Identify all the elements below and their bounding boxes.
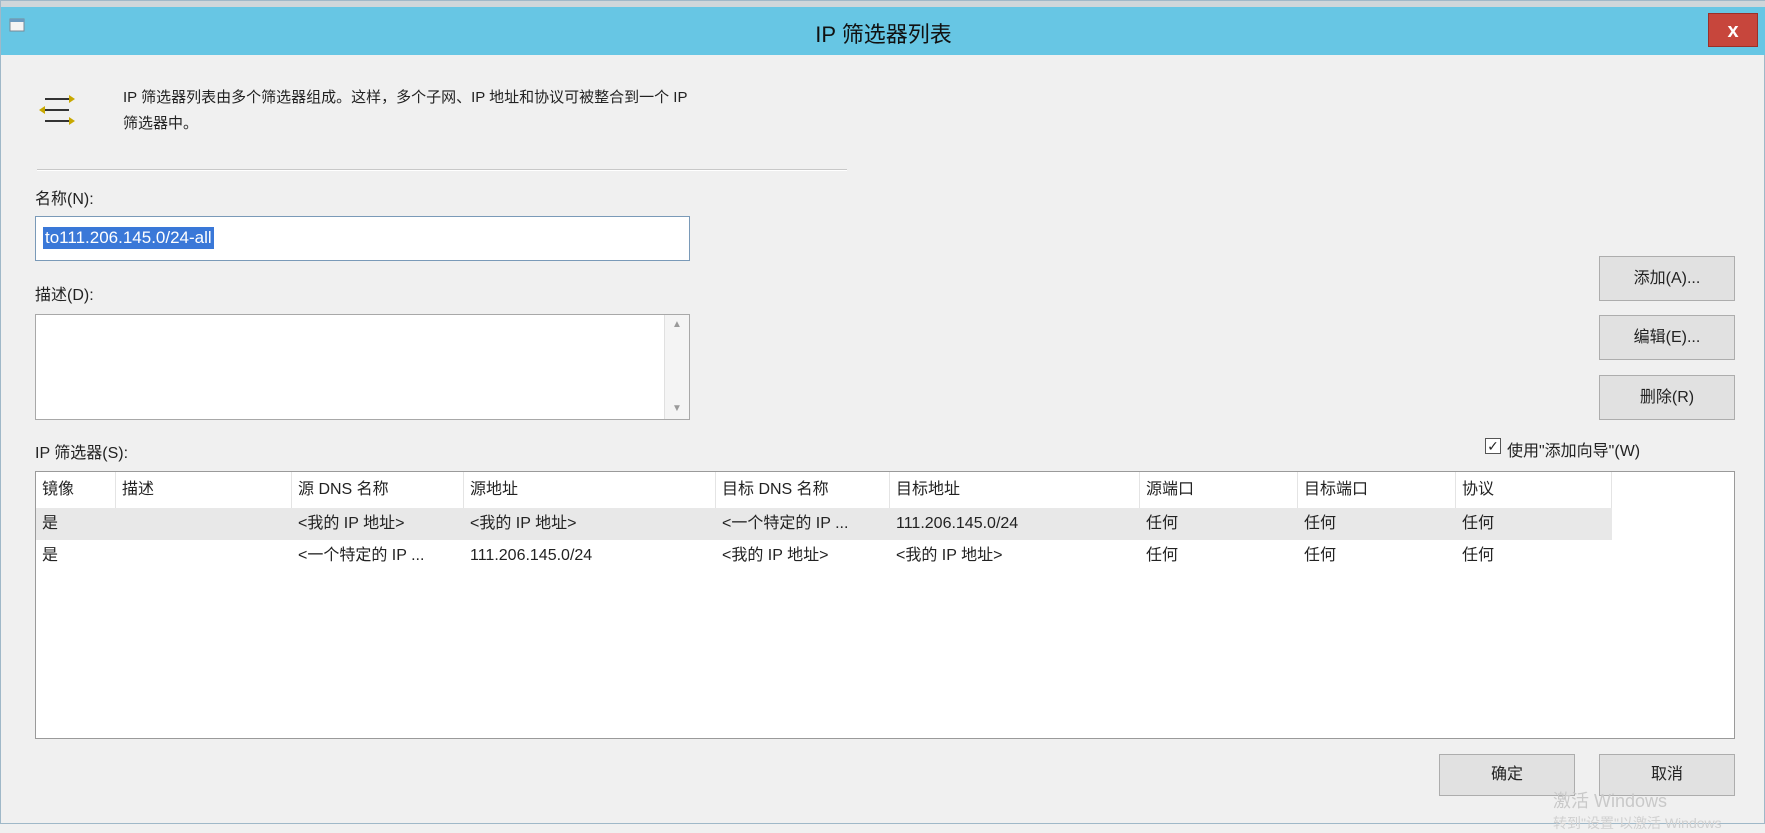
cell-protocol: 任何 [1462, 515, 1495, 532]
column-header-description[interactable]: 描述 [116, 472, 292, 508]
cell-destination-dns: <一个特定的 IP ... [722, 515, 849, 532]
column-header-source-dns[interactable]: 源 DNS 名称 [292, 472, 464, 508]
cell-source-dns: <我的 IP 地址> [298, 515, 405, 532]
use-wizard-checkbox[interactable]: ✓ [1485, 438, 1501, 454]
cell-source-dns: <一个特定的 IP ... [298, 547, 425, 564]
description-textarea[interactable]: ▲ ▼ [35, 314, 690, 420]
filter-list-icon [39, 95, 75, 125]
cell-source-port: 任何 [1146, 515, 1179, 532]
scroll-down-icon[interactable]: ▼ [665, 399, 689, 419]
scroll-up-icon[interactable]: ▲ [665, 315, 689, 335]
name-label: 名称(N): [35, 191, 94, 208]
column-header-destination-dns[interactable]: 目标 DNS 名称 [716, 472, 890, 508]
column-header-destination-address[interactable]: 目标地址 [890, 472, 1140, 508]
column-header-destination-port[interactable]: 目标端口 [1298, 472, 1456, 508]
table-row[interactable]: 是 <我的 IP 地址> <我的 IP 地址> <一个特定的 IP ... 11… [36, 508, 1612, 540]
window-title: IP 筛选器列表 [815, 22, 952, 47]
activation-watermark-hint: 转到"设置"以激活 Windows [1553, 815, 1722, 831]
table-row[interactable]: 是 <一个特定的 IP ... 111.206.145.0/24 <我的 IP … [36, 540, 1612, 572]
cell-destination-address: 111.206.145.0/24 [896, 515, 1019, 532]
name-input-value: to111.206.145.0/24-all [43, 227, 214, 249]
name-input[interactable]: to111.206.145.0/24-all [35, 216, 690, 261]
cell-mirrored: 是 [42, 547, 59, 564]
remove-button[interactable]: 删除(R) [1599, 375, 1735, 420]
intro-line-2: 筛选器中。 [123, 115, 199, 132]
ip-filters-label: IP 筛选器(S): [35, 445, 129, 462]
list-header: 镜像 描述 源 DNS 名称 源地址 目标 DNS 名称 目标地址 源端口 目标… [36, 472, 1734, 508]
cell-destination-address: <我的 IP 地址> [896, 547, 1003, 564]
description-scrollbar[interactable]: ▲ ▼ [664, 315, 689, 419]
column-header-protocol[interactable]: 协议 [1456, 472, 1612, 508]
add-button[interactable]: 添加(A)... [1599, 256, 1735, 301]
cell-mirrored: 是 [42, 515, 59, 532]
cell-protocol: 任何 [1462, 547, 1495, 564]
activation-watermark: 激活 Windows [1553, 791, 1668, 811]
cell-description [116, 540, 292, 572]
cell-source-address: 111.206.145.0/24 [470, 547, 593, 564]
cell-source-port: 任何 [1146, 547, 1179, 564]
intro-line-1: IP 筛选器列表由多个筛选器组成。这样，多个子网、IP 地址和协议可被整合到一个… [123, 89, 688, 106]
cell-destination-dns: <我的 IP 地址> [722, 547, 829, 564]
cell-destination-port: 任何 [1304, 515, 1337, 532]
column-header-source-address[interactable]: 源地址 [464, 472, 716, 508]
title-bar[interactable]: IP 筛选器列表 x [1, 7, 1765, 55]
close-button[interactable]: x [1708, 13, 1758, 47]
column-header-mirrored[interactable]: 镜像 [36, 472, 116, 508]
intro-text: IP 筛选器列表由多个筛选器组成。这样，多个子网、IP 地址和协议可被整合到一个… [123, 85, 863, 137]
description-label: 描述(D): [35, 287, 94, 304]
use-wizard-label: 使用"添加向导"(W) [1507, 443, 1641, 460]
header-separator [37, 169, 847, 171]
ip-filter-list-dialog: IP 筛选器列表 x IP 筛选器列表由多个筛选器组成。这样，多个子网、IP 地… [0, 0, 1765, 831]
cell-source-address: <我的 IP 地址> [470, 515, 577, 532]
cell-description [116, 508, 292, 540]
cell-destination-port: 任何 [1304, 547, 1337, 564]
edit-button[interactable]: 编辑(E)... [1599, 315, 1735, 360]
ip-filters-list[interactable]: 镜像 描述 源 DNS 名称 源地址 目标 DNS 名称 目标地址 源端口 目标… [35, 471, 1735, 739]
column-header-source-port[interactable]: 源端口 [1140, 472, 1298, 508]
